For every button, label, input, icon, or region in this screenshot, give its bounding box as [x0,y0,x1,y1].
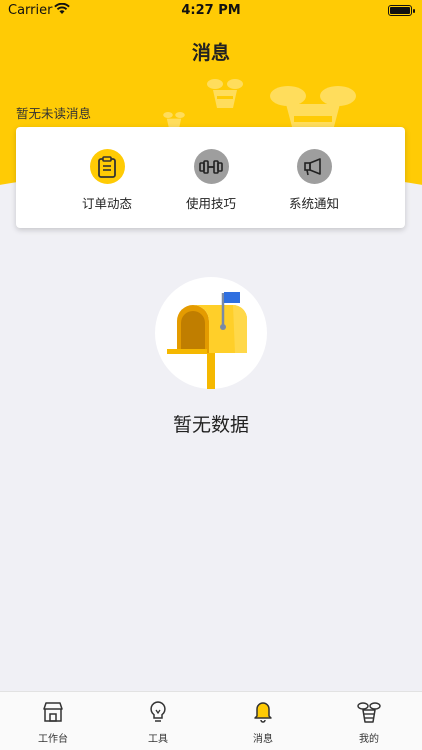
megaphone-icon [296,149,332,184]
category-system-notices[interactable]: 系统通知 [264,149,364,212]
mailbox-icon [167,292,247,389]
category-label: 系统通知 [288,196,339,211]
tab-workbench[interactable]: 工作台 [18,700,88,745]
page-title: 消息 [191,42,230,64]
tab-messages[interactable]: 消息 [228,700,298,745]
tab-tools[interactable]: 工具 [123,700,193,745]
tab-label: 我的 [359,734,379,745]
tab-label: 消息 [253,734,273,745]
lightbulb-icon [150,701,166,722]
bee-icon [357,702,381,723]
status-bar: Carrier 4:27 PM [0,0,422,22]
clock: 4:27 PM [181,3,241,18]
store-icon [43,702,63,722]
bottom-tab-bar: 工作台 工具 消息 我的 [0,691,422,750]
tab-label: 工具 [148,734,168,745]
category-usage-tips[interactable]: 使用技巧 [161,149,261,212]
category-label: 使用技巧 [185,196,236,211]
message-category-card: 订单动态 使用技巧 系统通知 [16,127,405,228]
category-label: 订单动态 [81,196,132,211]
category-order-updates[interactable]: 订单动态 [57,149,157,212]
tab-mine[interactable]: 我的 [334,700,404,745]
bell-icon [254,702,272,723]
tab-label: 工作台 [38,734,68,745]
battery-icon [388,5,415,16]
empty-state-text: 暂无数据 [172,414,249,436]
dumbbell-icon [193,149,229,184]
unread-notice: 暂无未读消息 [16,106,92,121]
empty-state-illustration [155,277,267,389]
clipboard-icon [89,149,125,184]
bee-watermark-icon [207,79,243,108]
